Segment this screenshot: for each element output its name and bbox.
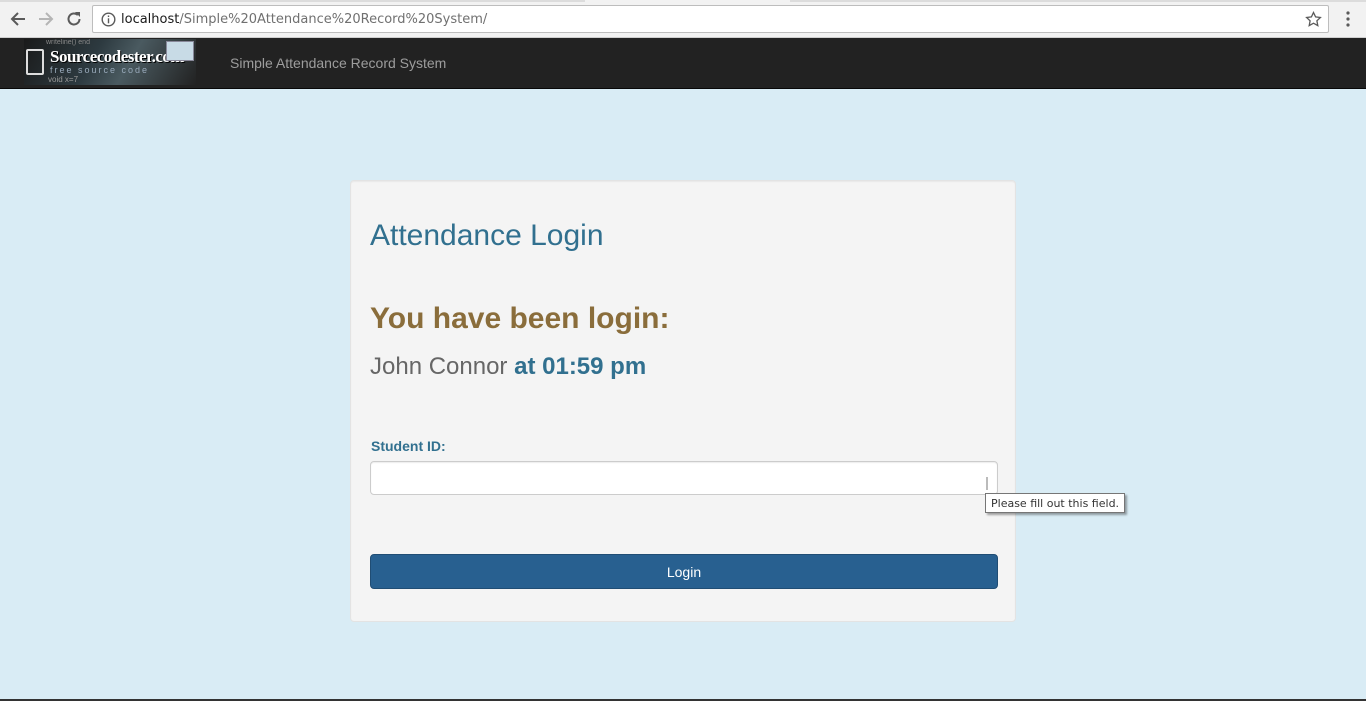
star-icon[interactable] xyxy=(1305,11,1322,28)
tab-strip xyxy=(0,0,1366,2)
url-path: /Simple%20Attendance%20Record%20System/ xyxy=(179,12,488,27)
validation-tooltip: Please fill out this field. xyxy=(985,493,1126,513)
navbar: writeline() end Sourcecodester.com free … xyxy=(0,38,1366,89)
site-logo[interactable]: writeline() end Sourcecodester.com free … xyxy=(24,39,196,85)
forward-button[interactable] xyxy=(34,7,58,31)
back-arrow-icon xyxy=(10,12,25,26)
navbar-brand-title[interactable]: Simple Attendance Record System xyxy=(230,55,446,71)
login-time: at 01:59 pm xyxy=(514,353,647,380)
logo-mark-icon xyxy=(26,49,44,75)
info-icon[interactable] xyxy=(101,12,116,27)
browser-toolbar: localhost/Simple%20Attendance%20Record%2… xyxy=(0,0,1366,38)
student-id-input[interactable] xyxy=(370,461,998,495)
logo-screen-graphic xyxy=(166,41,194,61)
login-button[interactable]: Login xyxy=(370,554,998,589)
url-text[interactable]: localhost/Simple%20Attendance%20Record%2… xyxy=(121,12,487,27)
active-tab[interactable] xyxy=(585,0,790,2)
user-name: John Connor xyxy=(370,353,508,380)
panel-title: Attendance Login xyxy=(370,219,604,252)
reload-icon xyxy=(67,12,81,26)
attendance-login-panel: Attendance Login You have been login: Jo… xyxy=(350,180,1016,622)
last-login-info: John Connor at 01:59 pm xyxy=(370,353,646,381)
menu-dots-icon[interactable] xyxy=(1342,10,1354,28)
logo-tagline: free source code xyxy=(50,65,150,75)
address-bar[interactable]: localhost/Simple%20Attendance%20Record%2… xyxy=(92,5,1329,33)
student-id-label: Student ID: xyxy=(371,438,446,454)
back-button[interactable] xyxy=(6,7,30,31)
text-cursor xyxy=(986,477,988,490)
logo-decoration-bottom: void x=7 xyxy=(48,75,79,84)
url-host: localhost xyxy=(121,12,180,27)
logo-text: Sourcecodester.com xyxy=(50,47,185,66)
logo-decoration-top: writeline() end xyxy=(46,39,90,46)
reload-button[interactable] xyxy=(62,7,86,31)
login-status-heading: You have been login: xyxy=(370,302,670,335)
forward-arrow-icon xyxy=(39,12,54,26)
